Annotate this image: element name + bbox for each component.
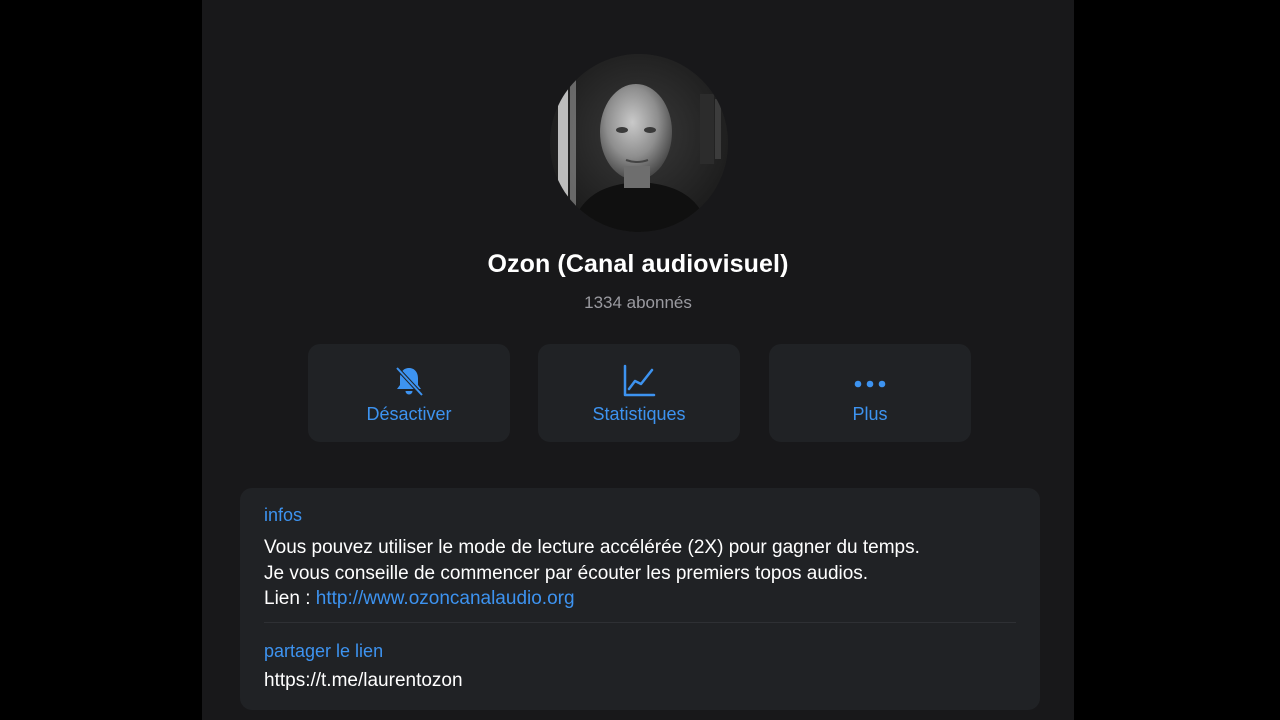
avatar[interactable]: [550, 54, 728, 232]
description-line: Je vous conseille de commencer par écout…: [264, 562, 869, 584]
mute-label: Désactiver: [366, 404, 452, 424]
info-card: infos Vous pouvez utiliser le mode de le…: [240, 488, 1040, 710]
stats-chart-icon: [538, 364, 740, 398]
description-link-line: Lien : http://www.ozoncanalaudio.org: [264, 586, 1034, 612]
more-button[interactable]: Plus: [769, 344, 971, 442]
statistics-label: Statistiques: [592, 404, 686, 424]
description-line: Vous pouvez utiliser le mode de lecture …: [264, 537, 920, 558]
channel-title: Ozon (Canal audiovisuel): [487, 250, 789, 278]
link-prefix: Lien :: [264, 588, 316, 609]
avatar-photo: [550, 54, 728, 232]
channel-info-panel: Ozon (Canal audiovisuel) 1334 abonnés Dé…: [202, 0, 1074, 720]
statistics-button[interactable]: Statistiques: [538, 344, 740, 442]
subscriber-count: 1334 abonnés: [584, 293, 692, 312]
website-link[interactable]: http://www.ozoncanalaudio.org: [316, 588, 575, 609]
more-label: Plus: [852, 404, 888, 424]
channel-description: Vous pouvez utiliser le mode de lecture …: [264, 535, 1034, 612]
mute-button[interactable]: Désactiver: [308, 344, 510, 442]
divider: [264, 622, 1016, 623]
more-dots-icon: [769, 364, 971, 398]
share-link[interactable]: https://t.me/laurentozon: [264, 670, 463, 692]
bell-slash-icon: [308, 364, 510, 398]
info-section-label: infos: [264, 505, 303, 525]
share-link-label: partager le lien: [264, 641, 384, 661]
